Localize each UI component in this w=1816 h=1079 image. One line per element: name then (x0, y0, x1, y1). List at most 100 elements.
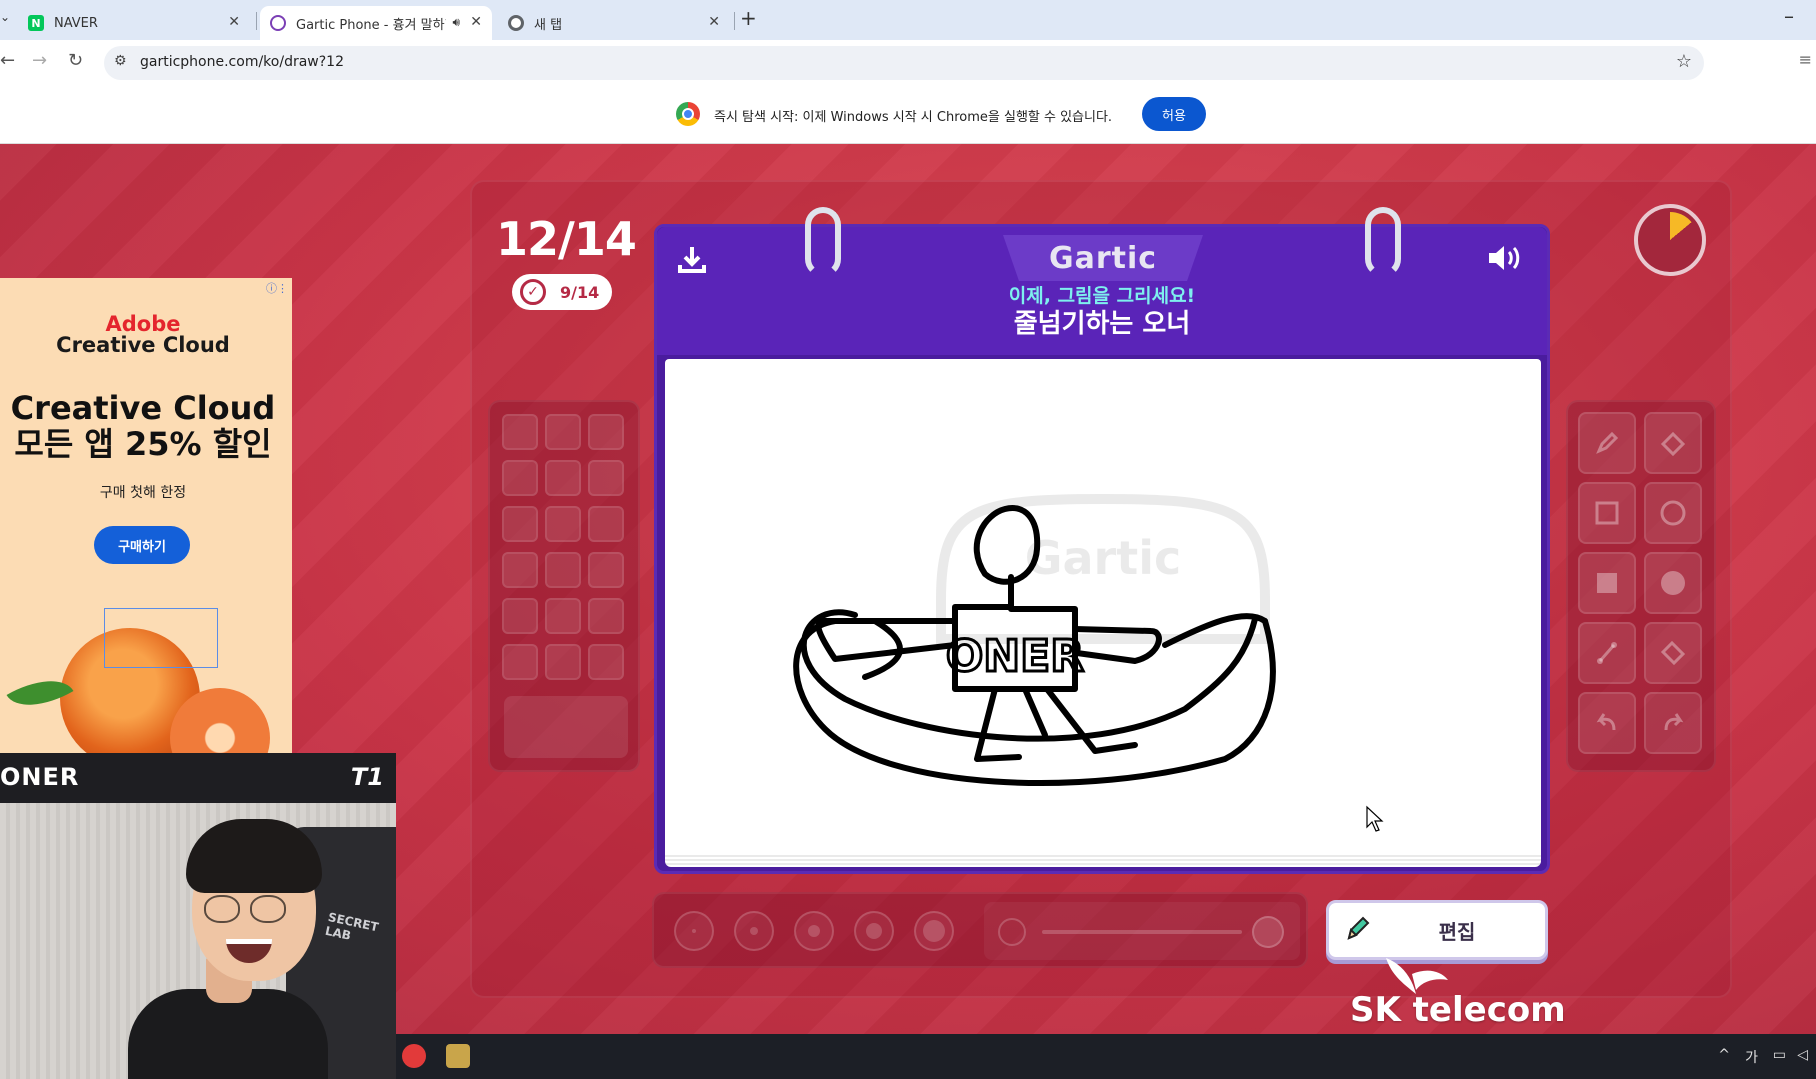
close-tab-icon[interactable]: ✕ (708, 14, 720, 30)
ad-info-icon[interactable]: ⓘ⋮ (266, 280, 288, 296)
download-button[interactable] (675, 243, 709, 281)
binder-ring (805, 207, 841, 277)
opacity-slider-group (984, 902, 1300, 960)
tab-title: Gartic Phone - 흉겨 말하7 (296, 17, 446, 33)
site-settings-icon[interactable]: ⚙︎ (114, 53, 127, 69)
circle-filled-icon (1661, 571, 1685, 595)
ime-indicator[interactable]: 가 (1745, 1047, 1758, 1067)
rectangle-outline-tool[interactable] (1578, 482, 1636, 544)
rectangle-fill-tool[interactable] (1578, 552, 1636, 614)
tab-naver[interactable]: N NAVER ✕ (18, 6, 250, 40)
tab-new-tab[interactable]: 새 탭 ✕ (498, 6, 730, 40)
brush-size-3[interactable] (794, 911, 834, 951)
color-swatch[interactable] (502, 460, 538, 496)
new-tab-button[interactable]: + (740, 6, 757, 30)
windows-taskbar: ^ 가 ▭ ◁ (396, 1034, 1816, 1079)
circle-outline-icon (1660, 500, 1686, 526)
reading-list-icon[interactable]: ≡ (1799, 50, 1812, 69)
undo-tool[interactable] (1578, 692, 1636, 754)
color-swatch[interactable] (545, 552, 581, 588)
line-tool[interactable] (1578, 622, 1636, 684)
tab-separator (256, 12, 257, 30)
selection-box (104, 608, 218, 668)
tray-expand-icon[interactable]: ^ (1718, 1047, 1730, 1063)
tab-search-chevron[interactable]: ⌄ (0, 10, 10, 24)
binder-ring (1365, 207, 1401, 277)
color-swatch[interactable] (502, 598, 538, 634)
pencil-tool[interactable] (1578, 412, 1636, 474)
eraser-tool[interactable] (1644, 412, 1702, 474)
speaker-icon[interactable]: ◁ (1797, 1047, 1808, 1063)
adobe-ad[interactable]: ⓘ⋮ Adobe Creative Cloud Creative Cloud 모… (0, 278, 292, 766)
color-swatch[interactable] (545, 644, 581, 680)
color-swatch[interactable] (588, 414, 624, 450)
color-swatch[interactable] (502, 552, 538, 588)
color-swatch[interactable] (545, 506, 581, 542)
ad-brand: Adobe Creative Cloud (0, 314, 286, 356)
infobar-message: 즉시 탐색 시작: 이제 Windows 시작 시 Chrome을 실행할 수 … (714, 110, 1113, 125)
color-swatch[interactable] (588, 460, 624, 496)
color-swatch[interactable] (502, 644, 538, 680)
color-swatch[interactable] (588, 598, 624, 634)
allow-button[interactable]: 허용 (1142, 97, 1206, 131)
circle-outline-tool[interactable] (1644, 482, 1702, 544)
done-count: 9/14 (560, 282, 600, 302)
notebook-header: Gartic 이제, 그림을 그리세요! 줄넘기하는 오너 (657, 227, 1547, 355)
fill-bucket-tool[interactable] (1644, 622, 1702, 684)
undo-icon (1596, 713, 1616, 731)
bookmark-star-icon[interactable]: ☆ (1676, 51, 1692, 72)
url-text[interactable]: garticphone.com/ko/draw?12 (140, 54, 344, 70)
brush-size-2[interactable] (734, 911, 774, 951)
edit-button[interactable]: 편집 (1326, 900, 1548, 960)
minimize-window-icon[interactable]: – (1784, 4, 1794, 28)
color-swatch[interactable] (545, 460, 581, 496)
color-swatch[interactable] (545, 414, 581, 450)
color-swatch[interactable] (588, 644, 624, 680)
opacity-slider[interactable] (1042, 930, 1242, 934)
chair-brand: SECRET LAB (323, 910, 380, 943)
sign-text: ONER (946, 631, 1084, 682)
edit-label: 편집 (1438, 919, 1476, 944)
circle-fill-tool[interactable] (1644, 552, 1702, 614)
reload-button[interactable]: ↻ (68, 50, 83, 71)
ad-buy-button[interactable]: 구매하기 (94, 526, 190, 564)
chrome-infobar: 즉시 탐색 시작: 이제 Windows 시작 시 Chrome을 실행할 수 … (0, 84, 1816, 144)
volume-button[interactable] (1485, 241, 1525, 279)
forward-button[interactable]: → (32, 50, 47, 71)
streaming-app-icon[interactable] (402, 1044, 426, 1068)
brush-size-1[interactable] (674, 911, 714, 951)
browser-toolbar: ← → ↻ ⚙︎ garticphone.com/ko/draw?12 ☆ ≡ (0, 40, 1816, 84)
color-swatch[interactable] (502, 414, 538, 450)
back-button[interactable]: ← (0, 50, 15, 71)
pencil-icon (1596, 431, 1619, 454)
color-swatch[interactable] (588, 552, 624, 588)
tab-audio-icon[interactable]: 🔊︎ (452, 15, 460, 30)
naver-favicon-icon: N (28, 15, 44, 31)
redo-tool[interactable] (1644, 692, 1702, 754)
round-counter: 12/14 (496, 212, 637, 266)
ad-headline-line1: Creative Cloud (10, 389, 276, 427)
tab-separator (734, 12, 735, 30)
check-icon: ✓ (520, 279, 546, 305)
drawing-canvas[interactable]: Gartic ONER (665, 359, 1541, 859)
color-swatch[interactable] (588, 506, 624, 542)
volume-icon (1489, 246, 1520, 270)
timer (1634, 204, 1706, 276)
new-tab-favicon-icon (508, 15, 524, 31)
notebook-pages-edge (665, 855, 1541, 867)
address-bar[interactable]: ⚙︎ garticphone.com/ko/draw?12 ☆ (104, 46, 1704, 80)
league-client-icon[interactable] (446, 1044, 470, 1068)
tab-gartic-phone[interactable]: Gartic Phone - 흉겨 말하7 🔊︎ ✕ (260, 6, 492, 40)
brush-size-4[interactable] (854, 911, 894, 951)
team-logo: T1 (350, 763, 384, 791)
glasses-right (250, 895, 286, 923)
color-swatch[interactable] (545, 598, 581, 634)
brush-size-5[interactable] (914, 911, 954, 951)
close-tab-icon[interactable]: ✕ (228, 14, 240, 30)
close-tab-icon[interactable]: ✕ (470, 14, 482, 30)
network-icon[interactable]: ▭ (1773, 1047, 1786, 1063)
ad-subtext: 구매 첫해 한정 (99, 485, 187, 501)
custom-color-swatch[interactable] (504, 696, 628, 758)
ad-brand-adobe: Adobe (105, 312, 181, 336)
color-swatch[interactable] (502, 506, 538, 542)
